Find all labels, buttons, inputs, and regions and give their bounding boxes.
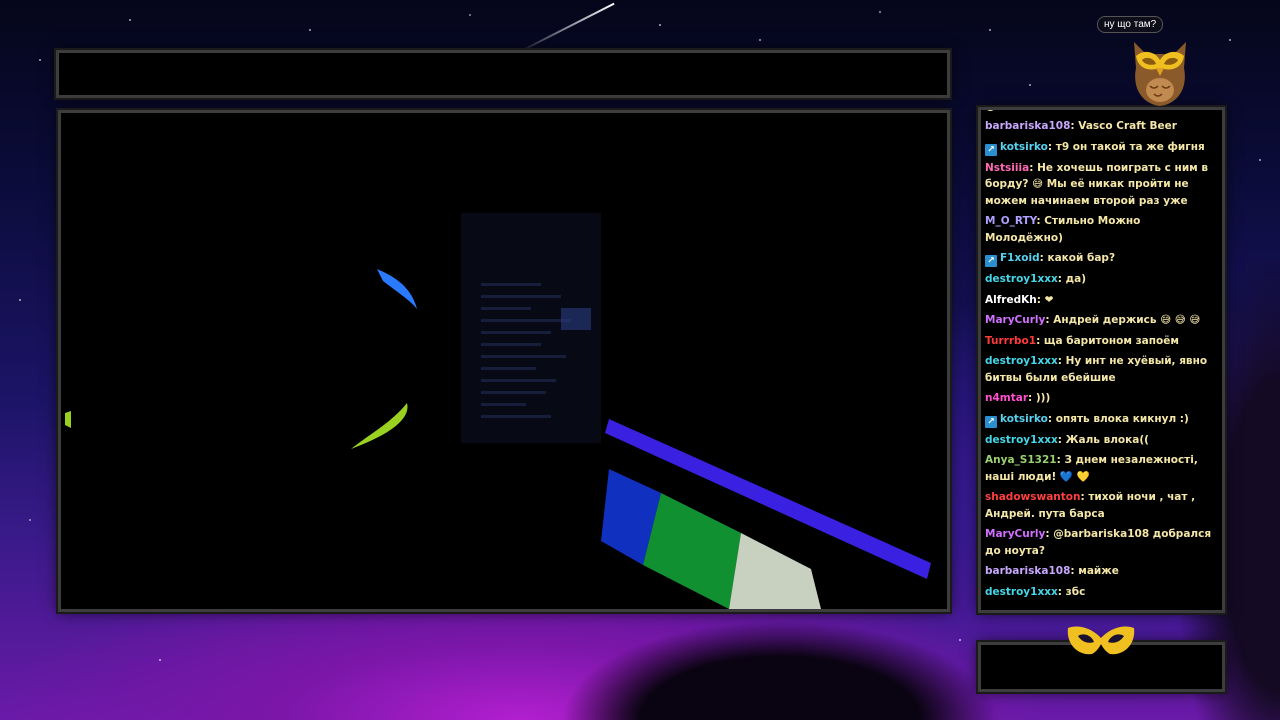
chat-username[interactable]: barbariska108 (985, 120, 1070, 132)
chat-username[interactable]: destroy1xxx (985, 355, 1058, 367)
chat-username[interactable]: Anya_S1321 (985, 454, 1057, 466)
chat-message: ↗ kotsirko: опять влока кикнул :) (985, 411, 1218, 428)
chat-message-text: да) (1065, 273, 1087, 285)
chat-message: M_O_RTY: Стильно Можно Молодёжно) (985, 215, 1141, 244)
chat-message: barbariska108: Vasco Craft Beer (985, 120, 1177, 132)
chat-message: n4mtar: ))) (985, 392, 1051, 404)
chat-message: shadowswanton: тихой ночи , чат , Андрей… (985, 491, 1196, 520)
tree-silhouette (560, 620, 1000, 720)
chat-username[interactable]: kotsirko (1000, 413, 1048, 425)
chat-username[interactable]: destroy1xxx (985, 586, 1058, 598)
chat-message: barbariska108: майже (985, 565, 1119, 577)
chat-username[interactable]: barbariska108 (985, 565, 1070, 577)
chat-username[interactable]: F1xoid (1000, 252, 1040, 264)
chat-username[interactable]: Turrrbo1 (985, 335, 1036, 347)
chat-message-text: ❤ (1044, 293, 1054, 306)
chat-message-text: какой бар? (1047, 252, 1116, 264)
subscriber-badge-icon: ↗ (985, 143, 997, 156)
chat-panel: так что хочется попробовать @barbariska1… (978, 107, 1225, 613)
chat-message-text: збс (1065, 585, 1086, 598)
golden-mask-icon (1067, 626, 1135, 655)
chat-username[interactable]: destroy1xxx (985, 434, 1058, 446)
chat-message: Turrrbo1: ща баритоном запоём (985, 334, 1179, 347)
chat-message-text: т9 он такой та же фигня (1055, 140, 1205, 153)
subscriber-badge-icon: ↗ (985, 415, 997, 428)
chat-username[interactable]: AlfredKh (985, 294, 1037, 306)
title-bar-frame (56, 50, 950, 98)
chat-message-text: Vasco Craft Beer (1078, 120, 1177, 132)
chat-username[interactable]: MaryCurly (985, 528, 1045, 540)
owl-mascot-icon (1134, 42, 1186, 106)
chat-message: MaryCurly: @barbariska108 добрался до но… (985, 528, 1212, 557)
chat-message-text: майже (1078, 565, 1119, 577)
chat-message-list: так что хочется попробовать @barbariska1… (985, 110, 1218, 604)
chat-message-text: ща баритоном запоём (1043, 334, 1179, 347)
meteor-streak (524, 2, 615, 50)
chat-message-text: опять влока кикнул :) (1055, 412, 1189, 425)
chat-message: так что хочется попробовать @barbariska1… (985, 110, 1218, 114)
webcam-scene (61, 113, 947, 609)
subscriber-badge-icon: ↗ (985, 255, 997, 267)
chat-message: destroy1xxx: Ну инт не хуёвый, явно битв… (985, 355, 1208, 384)
chat-message-text: Андрей держись 😅 😅 😅 (1053, 314, 1201, 326)
speech-bubble: ну що там? (1097, 16, 1164, 33)
chat-message: ↗ kotsirko: т9 он такой та же фигня (985, 139, 1218, 156)
chat-message-text: ))) (1035, 392, 1051, 404)
chat-username[interactable]: n4mtar (985, 392, 1028, 404)
chat-message: Nstsiiia: Не хочешь поиграть с ним в бор… (985, 161, 1209, 207)
chat-username[interactable]: shadowswanton (985, 491, 1080, 503)
chat-message: ↗ F1xoid: какой бар? (985, 250, 1218, 267)
chat-username[interactable]: destroy1xxx (985, 273, 1058, 285)
chat-message: AlfredKh: ❤ (985, 293, 1054, 306)
chat-message: MaryCurly: Андрей держись 😅 😅 😅 (985, 314, 1201, 326)
chat-username[interactable]: Nstsiiia (985, 162, 1029, 174)
chat-username[interactable]: MaryCurly (985, 314, 1045, 326)
chat-message: destroy1xxx: Жаль влока(( (985, 433, 1149, 446)
webcam-video-frame (58, 110, 950, 612)
chat-message-text: Жаль влока(( (1065, 433, 1149, 446)
chat-message: destroy1xxx: да) (985, 273, 1087, 285)
chat-username[interactable]: kotsirko (1000, 141, 1048, 153)
chat-username[interactable]: M_O_RTY (985, 215, 1036, 227)
chat-message: Anya_S1321: З днем незалежності, наші лю… (985, 454, 1198, 483)
chat-message: destroy1xxx: збс (985, 585, 1086, 598)
